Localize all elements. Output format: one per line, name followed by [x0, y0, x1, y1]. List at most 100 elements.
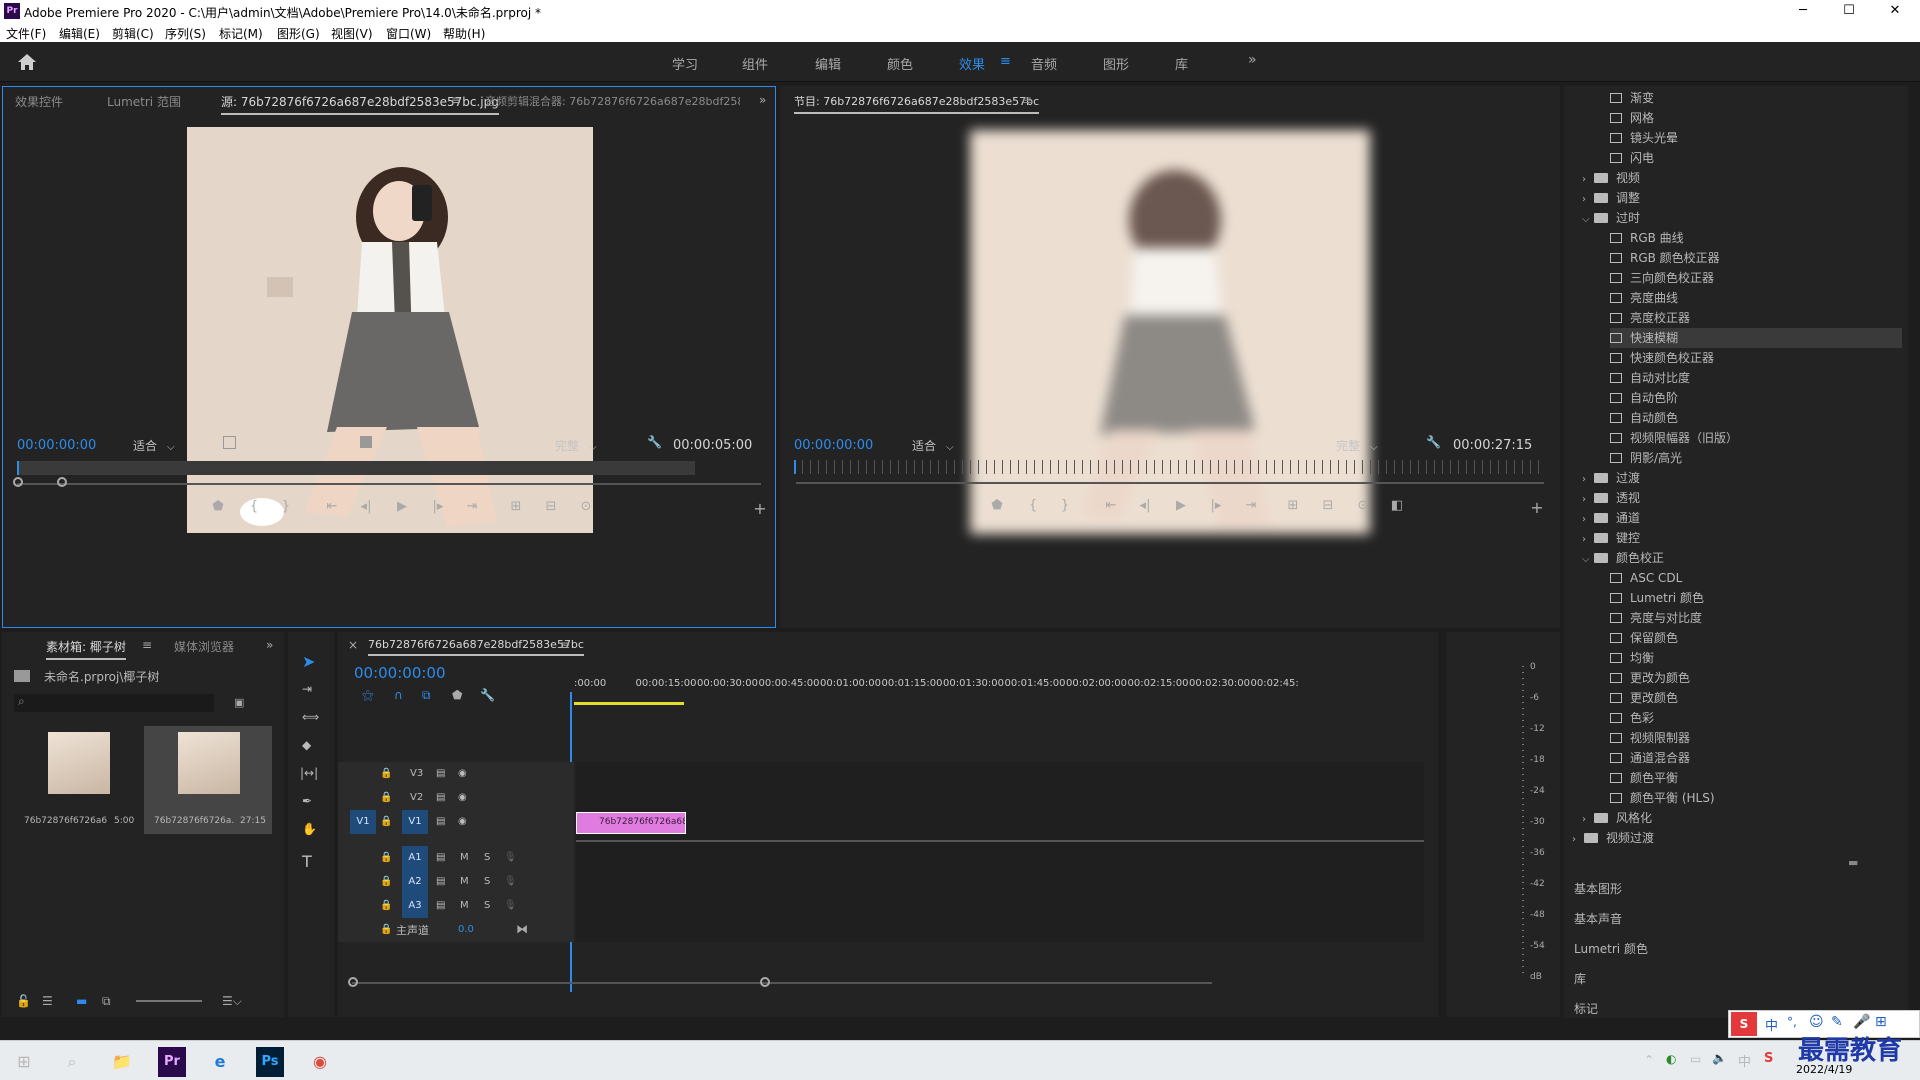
- ime-toolbox-icon[interactable]: ⊞: [1875, 1014, 1887, 1030]
- menu-window[interactable]: 窗口(W): [386, 25, 431, 42]
- effect-item[interactable]: › 调整: [1582, 188, 1902, 208]
- tray-app-icon[interactable]: ◐: [1666, 1052, 1676, 1066]
- video-clip[interactable]: 76b72876f6726a687e28: [576, 812, 686, 834]
- snap-icon[interactable]: ∩: [394, 688, 403, 702]
- lock-icon[interactable]: 🔒: [380, 900, 392, 911]
- program-timecode[interactable]: 00:00:00:00: [794, 438, 873, 453]
- go-to-in-icon[interactable]: ⇤: [1100, 498, 1122, 513]
- effect-item[interactable]: 视频限幅器（旧版）: [1610, 428, 1902, 448]
- source-timecode[interactable]: 00:00:00:00: [17, 438, 96, 453]
- program-time-ruler[interactable]: [794, 460, 1542, 474]
- effect-item[interactable]: 颜色平衡 (HLS): [1610, 788, 1902, 808]
- file-explorer-icon[interactable]: 📁: [102, 1047, 142, 1077]
- chevron-down-icon[interactable]: ⌵: [1582, 550, 1594, 570]
- track-name-v1[interactable]: V1: [402, 810, 428, 834]
- mark-out-icon[interactable]: }: [275, 499, 297, 514]
- effect-item[interactable]: RGB 曲线: [1610, 228, 1902, 248]
- effect-item[interactable]: 视频限制器: [1610, 728, 1902, 748]
- icon-view-icon[interactable]: ▬: [76, 994, 87, 1008]
- effect-item[interactable]: 网格: [1610, 108, 1902, 128]
- workspace-learn[interactable]: 学习: [672, 54, 698, 73]
- extract-icon[interactable]: ⊟: [1317, 498, 1339, 513]
- zoom-slider[interactable]: [136, 1000, 202, 1002]
- slip-tool-icon[interactable]: |↔|: [300, 766, 318, 780]
- solo-button[interactable]: S: [484, 852, 490, 863]
- timeline-timecode[interactable]: 00:00:00:00: [354, 664, 446, 682]
- go-to-out-icon[interactable]: ⇥: [1240, 498, 1262, 513]
- network-icon[interactable]: ▭: [1690, 1052, 1701, 1066]
- effect-item[interactable]: 快速模糊: [1610, 328, 1902, 348]
- effect-item[interactable]: 均衡: [1610, 648, 1902, 668]
- minimize-button[interactable]: ─: [1780, 0, 1826, 22]
- tab-lumetri-scopes[interactable]: Lumetri 范围: [107, 93, 181, 110]
- effect-item[interactable]: 更改为颜色: [1610, 668, 1902, 688]
- go-to-in-icon[interactable]: ⇤: [321, 499, 343, 514]
- chevron-right-icon[interactable]: ›: [1582, 470, 1594, 490]
- effect-item[interactable]: Lumetri 颜色: [1610, 588, 1902, 608]
- marker-icon[interactable]: ⬟: [986, 498, 1008, 513]
- clip-item-2[interactable]: 76b72876f6726a... 27:15: [144, 726, 272, 834]
- ime-chinese-icon[interactable]: 中: [1765, 1015, 1778, 1034]
- go-to-out-icon[interactable]: ⇥: [461, 499, 483, 514]
- more-workspaces-icon[interactable]: »: [1248, 52, 1257, 68]
- ime-handwrite-icon[interactable]: ✎: [1831, 1014, 1843, 1030]
- photoshop-icon[interactable]: Ps: [256, 1047, 284, 1077]
- mark-in-icon[interactable]: {: [243, 499, 265, 514]
- effect-item[interactable]: › 键控: [1582, 528, 1902, 548]
- sync-lock-icon[interactable]: ▤: [436, 816, 445, 827]
- bin-menu-icon[interactable]: ≡: [142, 638, 152, 652]
- source-playhead[interactable]: [17, 461, 19, 475]
- mute-button[interactable]: M: [460, 876, 469, 887]
- ime-mode-icon[interactable]: 中: [1738, 1051, 1751, 1070]
- effect-item[interactable]: 闪电: [1610, 148, 1902, 168]
- chevron-right-icon[interactable]: ›: [1582, 490, 1594, 510]
- step-back-icon[interactable]: ◂|: [355, 499, 377, 514]
- ime-emoji-icon[interactable]: ☺: [1809, 1014, 1824, 1030]
- list-view-icon[interactable]: ☰: [42, 994, 53, 1008]
- track-name-a3[interactable]: A3: [402, 894, 428, 918]
- lock-icon[interactable]: 🔒: [380, 792, 392, 803]
- sync-lock-icon[interactable]: ▤: [436, 900, 445, 911]
- search-icon[interactable]: ⌕: [52, 1047, 92, 1077]
- chevron-right-icon[interactable]: ›: [1582, 170, 1594, 190]
- effect-item[interactable]: 亮度曲线: [1610, 288, 1902, 308]
- timeline-settings-icon[interactable]: 🔧: [480, 688, 495, 702]
- effect-item[interactable]: 快速颜色校正器: [1610, 348, 1902, 368]
- mark-out-icon[interactable]: }: [1054, 498, 1076, 513]
- effect-item[interactable]: 颜色平衡: [1610, 768, 1902, 788]
- windows-start-icon[interactable]: ⊞: [4, 1047, 44, 1077]
- section-essential-sound[interactable]: 基本声音: [1574, 910, 1622, 927]
- pen-tool-icon[interactable]: ✒: [302, 794, 312, 808]
- effect-item[interactable]: RGB 颜色校正器: [1610, 248, 1902, 268]
- type-tool-icon[interactable]: T: [302, 852, 312, 871]
- source-time-ruler[interactable]: [17, 461, 695, 475]
- bin-overflow-icon[interactable]: »: [266, 638, 273, 652]
- safe-margins-icon[interactable]: [360, 436, 372, 448]
- voice-record-icon[interactable]: 🎙: [504, 852, 517, 863]
- effect-item[interactable]: 更改颜色: [1610, 688, 1902, 708]
- work-area-bar[interactable]: [574, 702, 684, 705]
- comparison-view-icon[interactable]: ◧: [1386, 498, 1408, 513]
- tab-audio-clip-mixer[interactable]: 音频剪辑混合器: 76b72876f6726a687e28bdf258: [485, 93, 740, 109]
- sync-lock-icon[interactable]: ▤: [436, 876, 445, 887]
- program-zoom-dropdown[interactable]: 适合: [912, 437, 954, 454]
- export-frame-icon[interactable]: ⊙: [1352, 498, 1374, 513]
- add-button-icon[interactable]: +: [1526, 498, 1548, 517]
- chevron-right-icon[interactable]: ›: [1582, 510, 1594, 530]
- effect-item[interactable]: › 风格化: [1582, 808, 1902, 828]
- scroll-handle-right[interactable]: [760, 977, 770, 987]
- tab-effect-controls[interactable]: 效果控件: [15, 93, 63, 110]
- program-menu-icon[interactable]: ≡: [1022, 93, 1032, 107]
- new-bin-icon[interactable]: ▬: [1848, 856, 1858, 869]
- menu-help[interactable]: 帮助(H): [443, 25, 485, 42]
- tray-expand-icon[interactable]: ⌃: [1644, 1053, 1654, 1067]
- effect-item[interactable]: 亮度与对比度: [1610, 608, 1902, 628]
- ripple-edit-tool-icon[interactable]: ⟺: [302, 710, 319, 724]
- effect-item[interactable]: › 透视: [1582, 488, 1902, 508]
- workspace-effects[interactable]: 效果: [959, 54, 985, 73]
- master-volume[interactable]: 0.0: [458, 924, 474, 935]
- edge-icon[interactable]: e: [200, 1047, 240, 1077]
- eye-icon[interactable]: ◉: [458, 816, 467, 827]
- effect-item[interactable]: 三向颜色校正器: [1610, 268, 1902, 288]
- chevron-down-icon[interactable]: ⌵: [1582, 210, 1594, 230]
